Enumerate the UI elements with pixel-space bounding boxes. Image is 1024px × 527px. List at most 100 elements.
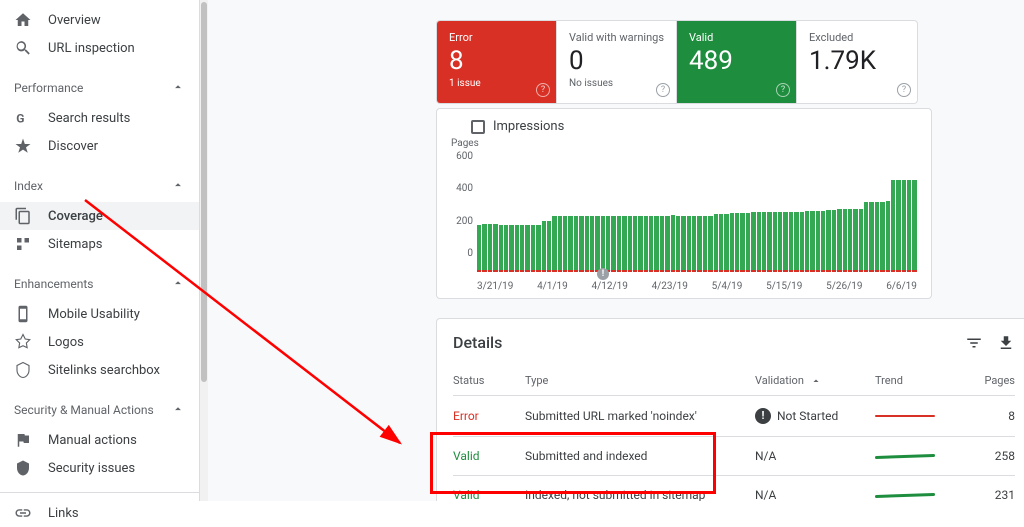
bar: [590, 216, 594, 270]
bar: [665, 216, 669, 270]
bar: [493, 224, 497, 270]
bar: [515, 225, 519, 270]
help-icon[interactable]: ?: [536, 83, 550, 97]
bar: [606, 216, 610, 270]
nav-url-inspection[interactable]: URL inspection: [0, 34, 199, 62]
section-security[interactable]: Security & Manual Actions: [0, 394, 199, 426]
card-warning[interactable]: Valid with warnings 0 No issues ?: [557, 21, 677, 103]
scrollbar[interactable]: [200, 0, 208, 501]
checkbox-icon[interactable]: [471, 120, 485, 134]
help-icon[interactable]: ?: [656, 83, 670, 97]
nav-security-issues[interactable]: Security issues: [0, 454, 199, 482]
bar: [730, 213, 734, 270]
bar: [783, 212, 787, 270]
impressions-toggle[interactable]: Impressions: [471, 119, 917, 134]
google-icon: G: [14, 109, 32, 127]
bar: [751, 212, 755, 270]
bar: [568, 216, 572, 270]
section-enhancements[interactable]: Enhancements: [0, 268, 199, 300]
bar: [859, 209, 863, 270]
help-icon[interactable]: ?: [776, 83, 790, 97]
bar: [660, 216, 664, 270]
card-error[interactable]: Error 8 1 issue ?: [437, 21, 557, 103]
nav-coverage[interactable]: Coverage: [0, 202, 199, 230]
bar: [800, 212, 804, 271]
details-panel: Details Status Type Validation Trend Pag…: [436, 318, 1024, 501]
bar: [654, 216, 658, 270]
nav-mobile-usability[interactable]: Mobile Usability: [0, 300, 199, 328]
nav-search-results[interactable]: GSearch results: [0, 104, 199, 132]
searchbox-icon: [14, 361, 32, 379]
star-icon: [14, 137, 32, 155]
bar: [826, 210, 830, 270]
main-content: Error 8 1 issue ? Valid with warnings 0 …: [208, 0, 1024, 501]
bar: [681, 216, 685, 270]
bar: [482, 224, 486, 270]
details-title: Details: [453, 333, 502, 352]
section-index[interactable]: Index: [0, 170, 199, 202]
bar: [886, 201, 890, 270]
filter-icon[interactable]: [965, 334, 983, 352]
nav-overview[interactable]: Overview: [0, 6, 199, 34]
bar: [633, 216, 637, 270]
bar: [611, 216, 615, 270]
bar: [735, 213, 739, 270]
svg-text:G: G: [16, 112, 24, 126]
bar: [880, 202, 884, 270]
bar: [719, 214, 723, 270]
bar: [837, 209, 841, 270]
bar: [746, 213, 750, 270]
bar: [810, 211, 814, 270]
bar: [542, 221, 546, 270]
help-icon[interactable]: ?: [897, 83, 911, 97]
flag-icon: [14, 431, 32, 449]
bar: [789, 212, 793, 270]
nav-manual-actions[interactable]: Manual actions: [0, 426, 199, 454]
bar: [601, 216, 605, 270]
details-row[interactable]: ErrorSubmitted URL marked 'noindex'!Not …: [453, 395, 1015, 436]
bar: [504, 225, 508, 270]
bar: [891, 180, 895, 270]
bar: [692, 216, 696, 270]
bar: [821, 211, 825, 270]
not-started-icon: !: [755, 408, 771, 424]
y-axis: 6004002000: [451, 151, 477, 259]
card-excluded[interactable]: Excluded 1.79K ?: [797, 21, 917, 103]
bar: [628, 216, 632, 270]
mobile-icon: [14, 305, 32, 323]
bar: [622, 216, 626, 270]
bar: [558, 216, 562, 270]
bar: [762, 212, 766, 270]
nav-sitemaps[interactable]: Sitemaps: [0, 230, 199, 258]
bar: [574, 216, 578, 270]
scrollbar-thumb[interactable]: [201, 2, 207, 382]
nav-sitelinks-searchbox[interactable]: Sitelinks searchbox: [0, 356, 199, 384]
card-valid[interactable]: Valid 489 ?: [677, 21, 797, 103]
bar: [585, 216, 589, 270]
download-icon[interactable]: [997, 334, 1015, 352]
bar: [773, 212, 777, 270]
bar: [563, 216, 567, 270]
details-row[interactable]: ValidIndexed, not submitted in sitemapN/…: [453, 475, 1015, 501]
section-performance[interactable]: Performance: [0, 72, 199, 104]
bar: [724, 214, 728, 270]
bar: [869, 202, 873, 270]
bar: [525, 225, 529, 270]
details-row[interactable]: ValidSubmitted and indexedN/A258: [453, 436, 1015, 475]
nav-links[interactable]: Links: [0, 499, 199, 527]
nav-discover[interactable]: Discover: [0, 132, 199, 160]
bar: [757, 212, 761, 270]
bar: [499, 225, 503, 270]
bar: [832, 210, 836, 270]
chevron-up-icon: [171, 80, 185, 97]
status-cards: Error 8 1 issue ? Valid with warnings 0 …: [436, 20, 918, 104]
sitemap-icon: [14, 235, 32, 253]
bar: [853, 209, 857, 270]
logo-icon: [14, 333, 32, 351]
x-axis: 3/21/194/1/194/12/194/23/195/4/195/15/19…: [477, 271, 917, 292]
chart-marker-icon[interactable]: !: [597, 268, 609, 280]
bar: [864, 202, 868, 270]
bar: [552, 216, 556, 270]
details-table-header: Status Type Validation Trend Pages: [453, 366, 1015, 395]
nav-logos[interactable]: Logos: [0, 328, 199, 356]
